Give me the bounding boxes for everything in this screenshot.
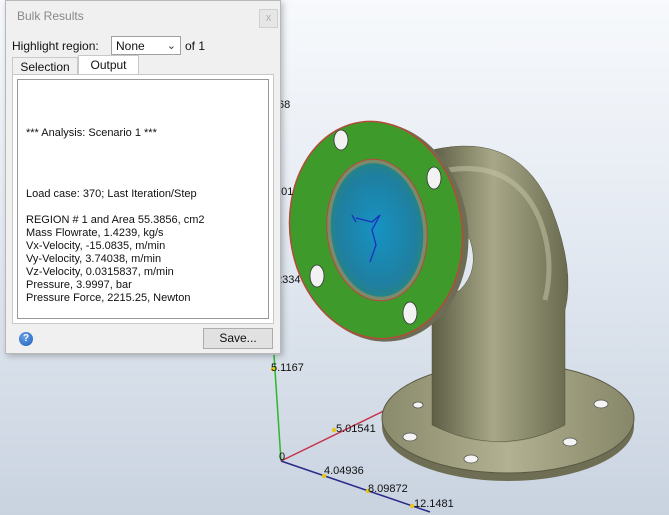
output-line: Vx-Velocity, -15.0835, m/min: [26, 240, 166, 252]
chevron-down-icon: ⌄: [166, 40, 176, 52]
output-textarea[interactable]: *** Analysis: Scenario 1 *** Load case: …: [17, 79, 269, 319]
axis-value-label: 4.04936: [324, 465, 364, 477]
highlight-region-value: None: [116, 39, 145, 53]
axis-origin-label: 0: [279, 451, 286, 463]
axis-value-label: 5.01541: [336, 423, 376, 435]
close-button[interactable]: x: [259, 9, 278, 28]
axis-value-label: 12.1481: [414, 498, 454, 510]
output-line: Pressure, 3.9997, bar: [26, 279, 132, 291]
dialog-title: Bulk Results: [17, 9, 84, 23]
axis-value-label: 8.09872: [368, 483, 408, 495]
dialog-titlebar[interactable]: Bulk Results x: [6, 1, 280, 33]
tab-output[interactable]: Output: [78, 55, 139, 75]
save-button[interactable]: Save...: [203, 328, 273, 349]
output-line: *** Analysis: Scenario 1 ***: [26, 127, 157, 139]
help-icon[interactable]: ?: [19, 332, 33, 346]
output-line: Vy-Velocity, 3.74038, m/min: [26, 253, 162, 265]
output-line: Pressure Force, 2215.25, Newton: [26, 292, 191, 304]
region-count-label: of 1: [185, 39, 206, 53]
highlight-region-select[interactable]: None ⌄: [111, 36, 181, 55]
axis-value-label: 5.1167: [271, 362, 304, 374]
output-line: Vz-Velocity, 0.0315837, m/min: [26, 266, 174, 278]
tab-selection[interactable]: Selection: [12, 57, 78, 75]
bulk-results-dialog: Bulk Results x Highlight region: None ⌄ …: [5, 0, 281, 354]
output-line: REGION # 1 and Area 55.3856, cm2: [26, 214, 205, 226]
output-line: Load case: 370; Last Iteration/Step: [26, 188, 197, 200]
output-panel: *** Analysis: Scenario 1 *** Load case: …: [12, 74, 274, 324]
highlight-region-label: Highlight region:: [12, 39, 99, 53]
output-line: Mass Flowrate, 1.4239, kg/s: [26, 227, 164, 239]
